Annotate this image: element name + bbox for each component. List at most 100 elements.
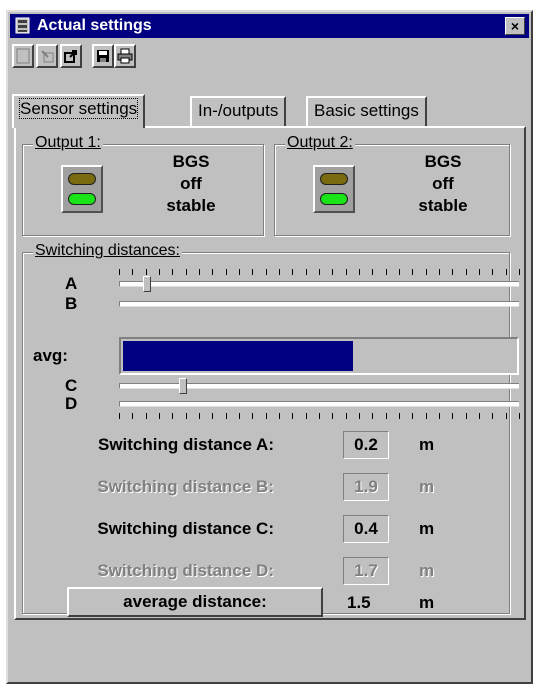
- tick-mark: [265, 413, 267, 419]
- tick-mark: [239, 269, 240, 275]
- close-button[interactable]: ×: [505, 17, 525, 35]
- average-distance-button[interactable]: average distance:: [67, 587, 323, 617]
- tick-mark: [319, 413, 320, 419]
- import-icon: [41, 50, 54, 63]
- tick-mark: [412, 413, 414, 419]
- tick-mark: [292, 269, 294, 275]
- tick-mark: [465, 269, 467, 275]
- export-button[interactable]: [60, 44, 82, 68]
- slider-d-track[interactable]: [119, 401, 519, 407]
- tick-mark: [239, 413, 240, 419]
- tab-in-outputs[interactable]: In-/outputs: [190, 96, 287, 126]
- output-2-label: Output 2:: [285, 134, 355, 152]
- output-2-group: Output 2: BGS off stable: [274, 134, 510, 236]
- bottom-tick-scale: [119, 413, 520, 419]
- new-button[interactable]: [12, 44, 34, 68]
- tick-mark: [132, 413, 134, 419]
- slider-b-label: B: [65, 294, 78, 313]
- tab-sensor-settings[interactable]: Sensor settings: [12, 94, 146, 128]
- tick-mark: [385, 413, 387, 419]
- led-off-lamp: [68, 173, 96, 185]
- switching-distance-c-unit: m: [419, 519, 435, 538]
- tick-mark: [439, 413, 440, 419]
- tick-mark: [159, 269, 160, 275]
- tick-mark: [479, 413, 480, 419]
- tick-mark: [479, 269, 480, 275]
- tick-mark: [345, 413, 347, 419]
- tick-mark: [505, 269, 507, 275]
- average-distance-unit: m: [419, 593, 435, 612]
- tick-mark: [385, 269, 387, 275]
- switching-distance-c-value[interactable]: 0.4: [343, 515, 389, 543]
- switching-distance-a-value[interactable]: 0.2: [343, 431, 389, 459]
- led-off-lamp: [320, 173, 348, 185]
- tick-mark: [225, 269, 227, 275]
- switching-distance-c-label: Switching distance C:: [97, 519, 274, 538]
- tab-label: Sensor settings: [18, 98, 139, 119]
- save-button[interactable]: [92, 44, 114, 68]
- tick-mark: [452, 269, 454, 275]
- tab-basic-settings[interactable]: Basic settings: [306, 96, 427, 126]
- tick-mark: [345, 269, 347, 275]
- new-icon: [16, 48, 30, 64]
- tick-mark: [439, 269, 440, 275]
- tick-mark: [372, 269, 374, 275]
- output-1-type: BGS: [172, 152, 210, 171]
- switching-distance-d-value: 1.7: [343, 557, 389, 585]
- database-icon: [15, 17, 30, 34]
- save-icon: [97, 50, 109, 62]
- tick-mark: [292, 413, 294, 419]
- tick-mark: [159, 413, 160, 419]
- slider-a-track[interactable]: [119, 281, 519, 287]
- tick-mark: [199, 269, 200, 275]
- tick-mark: [119, 413, 120, 419]
- tick-mark: [212, 413, 214, 419]
- output-2-type: BGS: [424, 152, 462, 171]
- tick-mark: [252, 269, 254, 275]
- led-on-lamp: [320, 193, 348, 205]
- switching-distance-a-label: Switching distance A:: [97, 435, 274, 454]
- tick-mark: [319, 269, 320, 275]
- tick-mark: [372, 413, 374, 419]
- switching-distance-b-value: 1.9: [343, 473, 389, 501]
- tick-mark: [359, 413, 360, 419]
- tick-mark: [279, 413, 280, 419]
- tick-mark: [185, 413, 187, 419]
- title-bar[interactable]: Actual settings ×: [10, 14, 529, 38]
- switching-distance-d-label: Switching distance D:: [97, 561, 274, 580]
- tick-mark: [519, 413, 520, 419]
- tick-mark: [425, 413, 427, 419]
- tick-mark: [119, 269, 120, 275]
- tick-mark: [225, 413, 227, 419]
- output-2-stability: stable: [418, 196, 468, 215]
- switching-distances-group: Switching distances: A B avg: C D Switch…: [22, 242, 520, 617]
- output-1-stability: stable: [166, 196, 216, 215]
- tick-mark: [519, 269, 520, 275]
- print-button[interactable]: [114, 44, 136, 68]
- tick-mark: [145, 413, 147, 419]
- tick-mark: [172, 413, 174, 419]
- sensor-settings-panel: Output 1: BGS off stable Output 2: BGS o…: [14, 126, 526, 620]
- import-button[interactable]: [36, 44, 58, 68]
- slider-d-label: D: [65, 394, 78, 413]
- print-icon: [117, 48, 133, 64]
- tick-mark: [279, 269, 280, 275]
- tick-mark: [505, 413, 507, 419]
- slider-a-label: A: [65, 274, 78, 293]
- tick-mark: [265, 269, 267, 275]
- slider-c-thumb[interactable]: [179, 378, 187, 394]
- tick-mark: [492, 413, 494, 419]
- actual-settings-window: Actual settings × Sensor settings In-/ou…: [6, 10, 533, 684]
- tab-label: Basic settings: [314, 101, 419, 120]
- output-1-label: Output 1:: [33, 134, 103, 152]
- tick-mark: [305, 269, 307, 275]
- tick-mark: [412, 269, 414, 275]
- output-2-state: off: [432, 174, 454, 193]
- tick-mark: [172, 269, 174, 275]
- tick-mark: [399, 269, 400, 275]
- slider-b-track[interactable]: [119, 301, 519, 307]
- tick-mark: [465, 413, 467, 419]
- slider-a-thumb[interactable]: [143, 276, 151, 292]
- avg-label: avg:: [33, 346, 68, 365]
- top-tick-scale: [119, 269, 520, 275]
